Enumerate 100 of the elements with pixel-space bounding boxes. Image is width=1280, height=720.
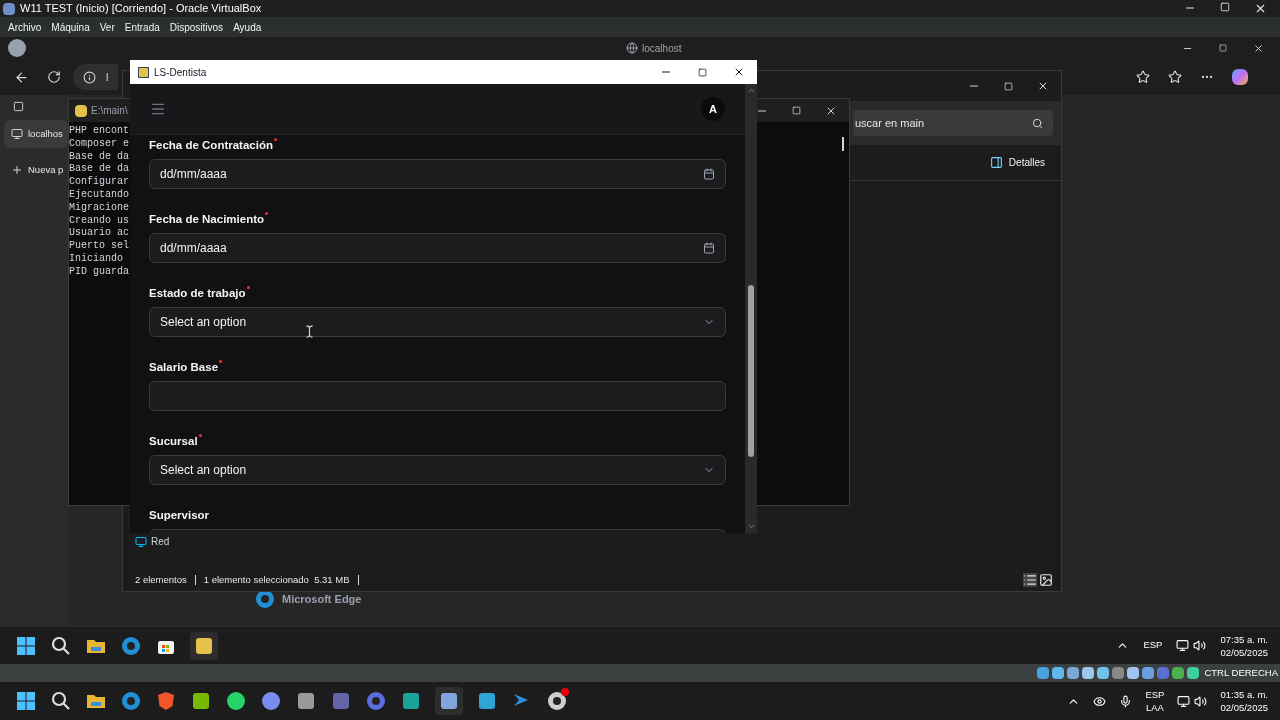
address-bar[interactable]: l [73,64,118,90]
avatar[interactable] [8,39,26,57]
maximize-icon[interactable] [698,67,707,77]
window-title: W11 TEST (Inicio) [Corriendo] - Oracle VirtualBox [20,1,262,17]
calendar-icon[interactable] [703,168,715,180]
scroll-up-icon[interactable] [746,86,756,95]
device-icon[interactable] [1097,667,1110,679]
console-line: PID guarda [69,265,129,279]
select-field[interactable]: Select an option [149,455,726,485]
address-title: localhost [642,41,682,56]
date-field[interactable]: dd/mm/aaaa [149,159,726,189]
calendar-icon[interactable] [703,242,715,254]
console-line: Configurar [69,176,129,189]
browser-icon[interactable] [120,690,142,712]
favorites-list-icon[interactable] [1168,70,1182,84]
scrollbar-thumb[interactable] [842,137,844,151]
eye-icon[interactable] [1093,694,1107,708]
search-icon[interactable] [50,690,72,712]
close-icon[interactable] [1253,42,1264,54]
volume-icon[interactable] [1194,694,1208,708]
copilot-icon[interactable] [1232,69,1248,85]
app-icon[interactable] [438,690,460,712]
app-icon[interactable] [546,690,568,712]
console-line: Puerto sel [69,240,129,253]
shield-icon[interactable] [155,690,177,712]
app-icon[interactable] [400,690,422,712]
back-icon[interactable] [14,69,29,85]
browser-icon[interactable] [120,634,142,657]
menu-item[interactable]: Ayuda [233,19,262,35]
console-line: PHP encont [69,125,129,138]
device-icon[interactable] [1037,667,1050,679]
favorite-icon[interactable] [1136,70,1150,84]
window-title: LS-Dentista [154,65,207,80]
windows-logo-icon[interactable] [15,634,37,657]
console-line: Usuario ac [69,227,129,240]
list-view-icon[interactable] [1023,573,1037,587]
menu-icon[interactable] [150,101,166,117]
console-line: Base de da [69,163,129,176]
status-count: 2 elementos [135,572,187,587]
nav-item[interactable]: Red [151,534,170,549]
details-pane-icon [989,156,1003,169]
scrollbar[interactable] [745,84,757,533]
app-icon[interactable] [476,690,498,712]
shortcut-label[interactable]: Microsoft Edge [282,590,362,608]
chat-icon[interactable] [225,690,247,712]
language-indicator[interactable]: ESP [1143,638,1163,653]
window-title: E:\main\ [91,104,128,118]
clock-time[interactable]: 07:35 a. m. [1220,632,1268,646]
device-icon[interactable] [1187,667,1200,679]
close-icon[interactable] [1037,80,1049,92]
browser-tab[interactable]: Nueva p [4,156,68,184]
tab-actions-icon[interactable] [13,101,24,112]
select-field[interactable]: Select an option [149,307,726,337]
scrollbar-thumb[interactable] [748,285,754,457]
date-field[interactable]: dd/mm/aaaa [149,233,726,263]
windows-logo-icon[interactable] [15,690,37,712]
device-icon[interactable] [1067,667,1080,679]
microphone-icon[interactable] [1119,694,1133,708]
virtualbox-icon [3,2,15,15]
device-icon[interactable] [1082,667,1095,679]
input-field[interactable] [149,381,726,411]
avatar[interactable]: A [701,97,725,121]
restore-icon[interactable] [1220,2,1230,12]
scroll-down-icon[interactable] [746,522,756,531]
clock-time[interactable]: 01:35 a. m. [1220,688,1268,701]
device-icon[interactable] [1127,667,1140,679]
app-icon[interactable] [260,690,282,712]
volume-icon[interactable] [1193,639,1207,652]
field-label: Fecha de Nacimiento [149,212,265,227]
menu-item[interactable]: Máquina [51,19,90,35]
app-icon[interactable] [295,690,317,712]
language-indicator[interactable]: ESP [1145,688,1165,701]
console-line: Migracione [69,201,129,215]
device-icon[interactable] [1172,667,1185,679]
network-icon[interactable] [1176,639,1190,652]
device-icon[interactable] [1142,667,1155,679]
app-icon[interactable] [190,690,212,712]
close-icon[interactable] [1254,2,1267,15]
details-button[interactable]: Detalles [989,155,1045,170]
search-field[interactable]: uscar en main [853,110,1053,136]
refresh-icon[interactable] [47,70,61,84]
device-icon[interactable] [1052,667,1065,679]
keyboard-layout[interactable]: LAA [1145,701,1164,714]
tiles-view-icon[interactable] [1039,573,1053,587]
network-icon[interactable] [1177,694,1191,708]
clock-date[interactable]: 02/05/2025 [1220,645,1268,659]
menu-item[interactable]: Ver [99,19,115,35]
search-icon[interactable] [50,634,72,657]
globe-icon [626,42,638,54]
menu-item[interactable]: Archivo [8,19,42,35]
clock-date[interactable]: 02/05/2025 [1220,701,1268,714]
browser-tab[interactable]: localhos [4,120,68,148]
console-line: Composer e [69,137,129,151]
field-label: Salario Base [149,360,219,375]
field-label: Sucursal [149,434,198,449]
menu-item[interactable]: Entrada [124,19,160,35]
device-icon[interactable] [1112,667,1125,679]
close-icon[interactable] [733,66,745,78]
plus-icon [11,164,23,176]
menu-item[interactable]: Dispositivos [169,19,224,35]
